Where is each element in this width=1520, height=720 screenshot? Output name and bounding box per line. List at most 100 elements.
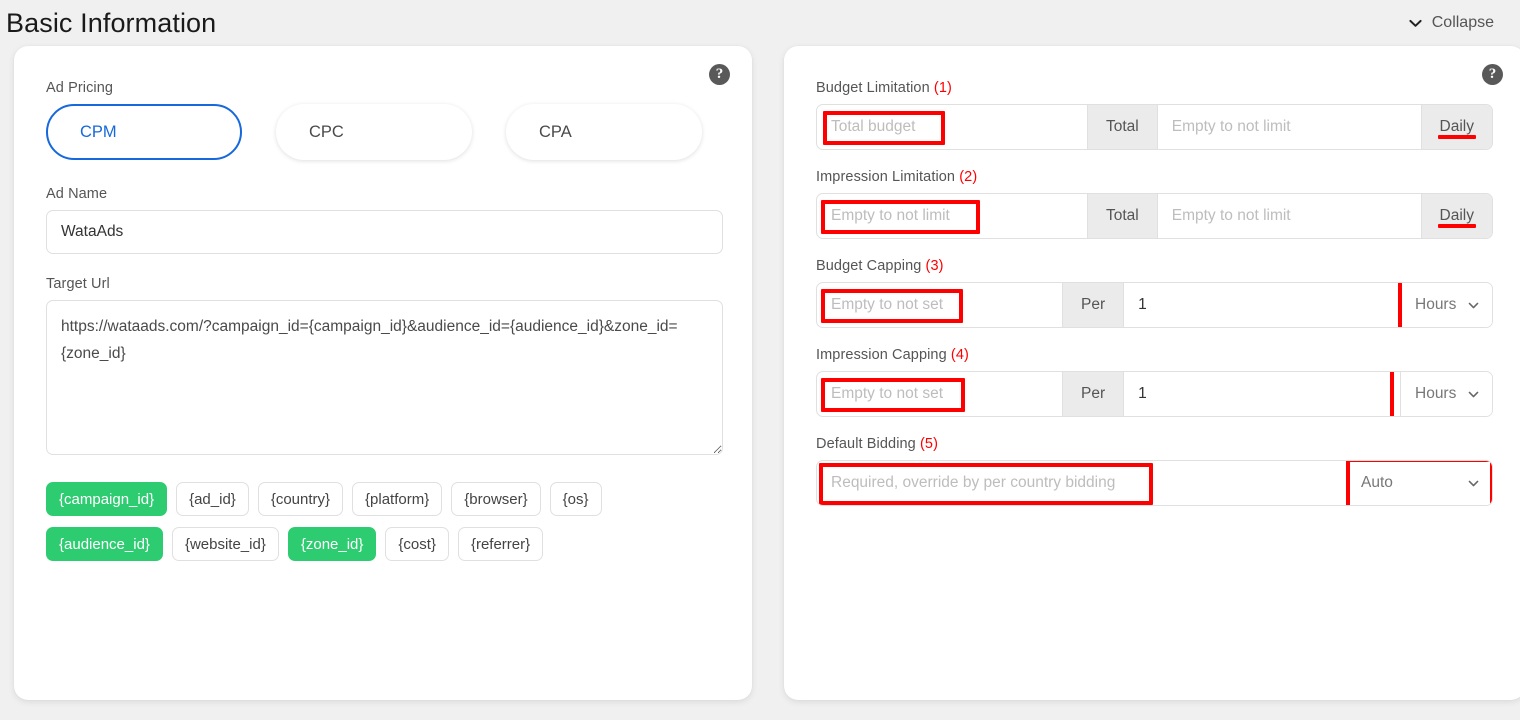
impression-limitation-label-text: Impression Limitation — [816, 169, 956, 185]
impression-total-addon[interactable]: Total — [1087, 194, 1158, 238]
pricing-option-cpc-label: CPC — [309, 122, 344, 141]
page-title: Basic Information — [6, 7, 217, 38]
annotation-number-5: (5) — [919, 436, 939, 452]
cards-container: ? Ad Pricing CPM CPC CPA Ad Name Target … — [0, 46, 1520, 700]
macro-chip-label: {country} — [270, 490, 331, 508]
macro-chip-label: {ad_id} — [189, 490, 236, 508]
budget-capping-field: Budget Capping (3) Per Hours — [816, 258, 1493, 328]
ad-name-field: Ad Name — [46, 186, 723, 254]
impression-daily-addon-label: Daily — [1439, 207, 1474, 224]
pricing-option-cpm[interactable]: CPM — [46, 104, 242, 160]
pricing-option-cpa-label: CPA — [539, 122, 572, 141]
budget-daily-addon[interactable]: Daily — [1420, 105, 1492, 149]
chevron-down-icon — [1467, 388, 1480, 401]
macro-chip-os[interactable]: {os} — [549, 482, 602, 516]
budget-capping-unit-select[interactable]: Hours — [1400, 283, 1492, 327]
budget-capping-group: Per Hours — [816, 282, 1493, 328]
impression-daily-input[interactable] — [1157, 194, 1421, 238]
budget-limitation-label: Budget Limitation (1) — [816, 80, 1493, 96]
question-mark-icon[interactable]: ? — [1482, 64, 1503, 85]
impression-capping-unit-select[interactable]: Hours — [1400, 372, 1492, 416]
collapse-label: Collapse — [1431, 14, 1494, 31]
macro-chip-cost[interactable]: {cost} — [385, 527, 449, 561]
macro-chip-label: {platform} — [365, 490, 430, 508]
ad-name-input[interactable] — [46, 210, 723, 254]
budget-limitation-field: Budget Limitation (1) Total Daily — [816, 80, 1493, 150]
impression-capping-per-addon[interactable]: Per — [1062, 372, 1125, 416]
annotation-number-3: (3) — [925, 258, 944, 274]
budget-capping-per-addon[interactable]: Per — [1062, 283, 1125, 327]
ad-name-label: Ad Name — [46, 186, 108, 202]
ad-pricing-label: Ad Pricing — [46, 80, 114, 96]
macro-chip-label: {campaign_id} — [59, 490, 155, 508]
impression-limitation-field: Impression Limitation (2) Total Daily — [816, 169, 1493, 239]
budget-settings-card: ? Budget Limitation (1) Total Daily Impr — [784, 46, 1520, 700]
budget-total-addon[interactable]: Total — [1087, 105, 1158, 149]
budget-total-input[interactable] — [817, 105, 1087, 149]
macro-chip-referrer[interactable]: {referrer} — [457, 527, 544, 561]
impression-capping-field: Impression Capping (4) Per Hours — [816, 347, 1493, 417]
page-header: Basic Information Collapse — [0, 0, 1520, 46]
basic-information-card: ? Ad Pricing CPM CPC CPA Ad Name Target … — [14, 46, 752, 700]
macro-chip-zone-id[interactable]: {zone_id} — [287, 527, 377, 561]
budget-limitation-label-text: Budget Limitation — [816, 80, 930, 96]
annotation-number-4: (4) — [950, 347, 969, 363]
annotation-underline — [1437, 135, 1476, 139]
default-bidding-input[interactable] — [817, 461, 1346, 505]
budget-capping-amount-input[interactable] — [817, 283, 1062, 327]
annotation-number-2: (2) — [959, 169, 978, 185]
macro-chip-ad-id[interactable]: {ad_id} — [176, 482, 249, 516]
annotation-number-1: (1) — [933, 80, 952, 96]
default-bidding-mode-select[interactable]: Auto — [1346, 461, 1492, 505]
macro-chip-label: {referrer} — [470, 535, 531, 553]
macro-chip-label: {os} — [562, 490, 589, 508]
impression-daily-addon[interactable]: Daily — [1420, 194, 1492, 238]
macro-chip-platform[interactable]: {platform} — [352, 482, 443, 516]
budget-capping-unit-label: Hours — [1415, 296, 1457, 313]
budget-daily-addon-label: Daily — [1439, 118, 1474, 135]
budget-daily-input[interactable] — [1157, 105, 1421, 149]
impression-capping-amount-input[interactable] — [817, 372, 1062, 416]
default-bidding-field: Default Bidding (5) Auto — [816, 436, 1493, 506]
impression-capping-group: Per Hours — [816, 371, 1493, 417]
macro-chips-row-1: {campaign_id} {ad_id} {country} {platfor… — [46, 482, 722, 516]
budget-capping-interval-input[interactable] — [1124, 283, 1400, 327]
budget-capping-label: Budget Capping (3) — [816, 258, 1493, 274]
target-url-label: Target Url — [46, 276, 110, 292]
macro-chip-campaign-id[interactable]: {campaign_id} — [46, 482, 168, 516]
macro-chip-browser[interactable]: {browser} — [451, 482, 541, 516]
macro-chip-label: {website_id} — [184, 535, 266, 553]
impression-capping-unit-label: Hours — [1415, 385, 1457, 402]
target-url-textarea[interactable]: https://wataads.com/?campaign_id={campai… — [46, 300, 723, 455]
pricing-option-cpa[interactable]: CPA — [506, 104, 702, 160]
chevron-down-icon — [1467, 299, 1480, 312]
collapse-button[interactable]: Collapse — [1408, 14, 1498, 32]
impression-total-input[interactable] — [817, 194, 1087, 238]
impression-limitation-group: Total Daily — [816, 193, 1493, 239]
question-mark-icon[interactable]: ? — [709, 64, 730, 85]
macro-chip-country[interactable]: {country} — [257, 482, 344, 516]
chevron-down-icon — [1408, 16, 1423, 31]
impression-capping-interval-input[interactable] — [1124, 372, 1400, 416]
default-bidding-group: Auto — [816, 460, 1493, 506]
default-bidding-mode-label: Auto — [1361, 474, 1393, 491]
macro-chip-audience-id[interactable]: {audience_id} — [46, 527, 163, 561]
annotation-underline — [1437, 224, 1476, 228]
macro-chip-label: {zone_id} — [300, 535, 364, 553]
budget-capping-label-text: Budget Capping — [816, 258, 922, 274]
ad-pricing-options: CPM CPC CPA — [46, 104, 722, 160]
macro-chip-label: {cost} — [398, 535, 436, 553]
budget-limitation-group: Total Daily — [816, 104, 1493, 150]
default-bidding-label-text: Default Bidding — [816, 436, 916, 452]
impression-capping-label-text: Impression Capping — [816, 347, 947, 363]
default-bidding-label: Default Bidding (5) — [816, 436, 1493, 452]
pricing-option-cpc[interactable]: CPC — [276, 104, 472, 160]
macro-chips-row-2: {audience_id} {website_id} {zone_id} {co… — [46, 527, 722, 561]
macro-chip-label: {audience_id} — [59, 535, 150, 553]
chevron-down-icon — [1467, 477, 1480, 490]
impression-limitation-label: Impression Limitation (2) — [816, 169, 1493, 185]
macro-chip-website-id[interactable]: {website_id} — [171, 527, 279, 561]
macro-chip-label: {browser} — [464, 490, 528, 508]
target-url-field: Target Url https://wataads.com/?campaign… — [46, 276, 723, 460]
impression-capping-label: Impression Capping (4) — [816, 347, 1493, 363]
